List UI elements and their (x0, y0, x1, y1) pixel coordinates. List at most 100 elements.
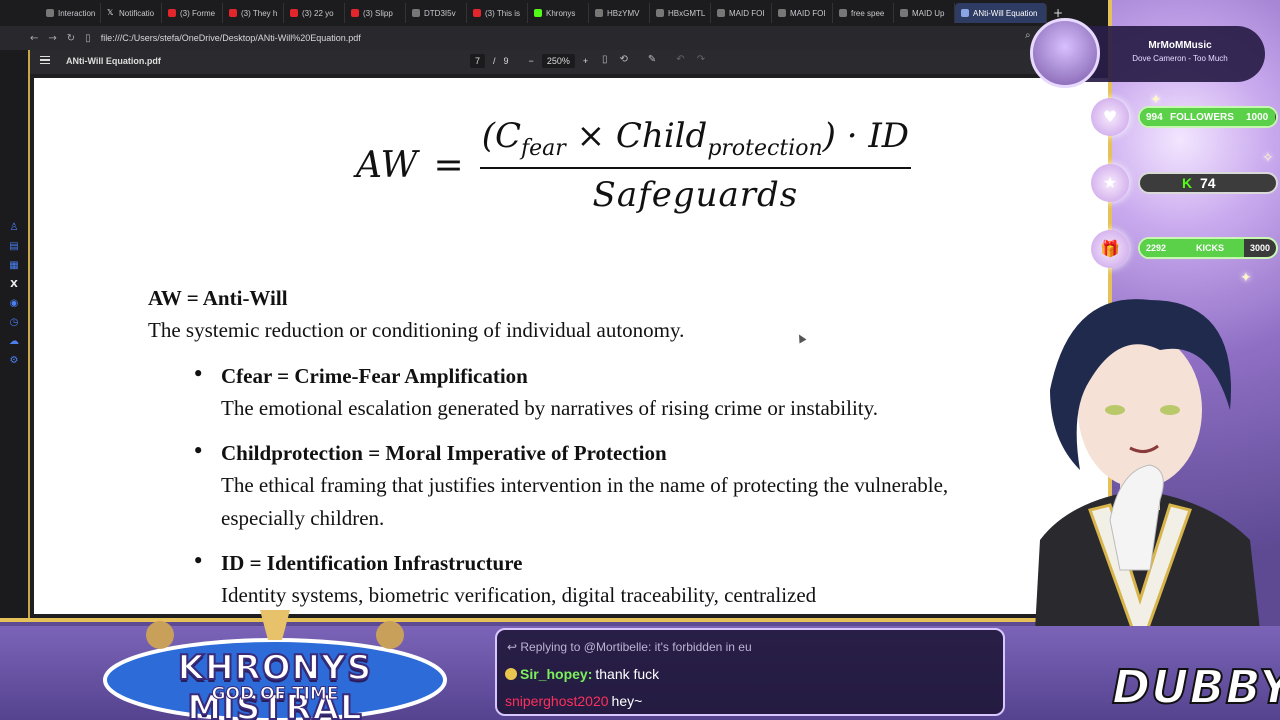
equation-equals: = (433, 144, 464, 186)
forward-icon[interactable]: → (48, 33, 56, 44)
youtube-icon (473, 9, 481, 17)
rotate-icon[interactable]: ⟲ (620, 54, 628, 65)
undo-icon[interactable]: ↶ (676, 54, 684, 65)
sidebar-circle-icon[interactable]: ◉ (8, 298, 20, 310)
browser-tab[interactable]: (3) Forme (162, 3, 223, 23)
hourglass-icon (260, 610, 290, 640)
cfear-definition-title: Cfear = Crime-Fear Amplification (221, 364, 528, 388)
tab-favicon-icon (900, 9, 908, 17)
followers-current: 994 (1146, 112, 1163, 123)
tab-favicon-icon (595, 9, 603, 17)
browser-tab[interactable]: MAID FOI (772, 3, 833, 23)
browser-tab[interactable]: HBxGMTL (650, 3, 711, 23)
bullet: • (192, 549, 205, 573)
tab-favicon-icon (839, 9, 847, 17)
aw-definition-title: AW = Anti-Will (148, 286, 288, 310)
tab-favicon-icon (717, 9, 725, 17)
chat-text: thank fuck (595, 666, 660, 682)
browser-tab[interactable]: DTD3I5v (406, 3, 467, 23)
sidebar-grid-icon[interactable]: ▦ (8, 260, 20, 272)
zoom-out-button[interactable]: − (529, 56, 534, 66)
pdf-page: AW = (Cfear × Childprotection) · ID Safe… (34, 78, 1108, 614)
sidebar-user-icon[interactable]: ♙ (8, 222, 20, 234)
followers-goal: 1000 (1246, 112, 1269, 123)
bullet: • (192, 362, 205, 386)
gift-icon: 🎁 (1091, 230, 1129, 268)
cfear-definition-text: The emotional escalation generated by na… (221, 396, 878, 420)
followers-label: FOLLOWERS (1170, 112, 1234, 123)
x-logo-icon[interactable]: X (8, 279, 20, 291)
brand-logo: DUBBY (1111, 659, 1280, 715)
chat-box: ↩ Replying to @Mortibelle: it's forbidde… (495, 628, 1005, 716)
sparkle-icon: ✧ (1262, 150, 1274, 166)
browser-tab[interactable]: (3) They h (223, 3, 284, 23)
child-definition-title: Childprotection = Moral Imperative of Pr… (221, 441, 667, 465)
settings-icon[interactable]: ⚙ (8, 355, 20, 367)
browser-tab[interactable]: Interaction (40, 3, 101, 23)
page-number-input[interactable]: 7 (470, 54, 486, 68)
equation-numerator: (Cfear × Childprotection) · ID (479, 116, 912, 169)
anti-will-equation: AW = (Cfear × Childprotection) · ID Safe… (356, 116, 912, 215)
avatar-eye (1160, 405, 1180, 415)
tab-bar: Interaction 𝕏 Notificatio (3) Forme (3) T… (0, 0, 1108, 26)
equation-lhs: AW (356, 144, 418, 186)
back-icon[interactable]: ← (30, 33, 38, 44)
kicks-goal-bar: 2292 KICKS 3000 (1138, 237, 1278, 259)
kicks-goal: 3000 (1250, 243, 1271, 253)
child-definition-text-continued: especially children. (221, 506, 385, 530)
browser-tab[interactable]: 𝕏 Notificatio (101, 3, 162, 23)
chat-username: sniperghost2020 (505, 693, 609, 709)
browser-tab[interactable]: free spee (833, 3, 894, 23)
browser-sidebar: ♙ ▤ ▦ X ◉ ◷ ☁ ⚙ (0, 50, 30, 618)
pdf-toolbar: ANti-Will Equation.pdf 7 / 9 − 250% + ▯ … (30, 50, 1108, 74)
sidebar-chat-icon[interactable]: ▤ (8, 241, 20, 253)
album-art (1030, 18, 1100, 88)
x-logo-icon: 𝕏 (107, 8, 114, 17)
reply-icon: ↩ (507, 640, 521, 654)
sidebar-clock-icon[interactable]: ◷ (8, 317, 20, 329)
zoom-icon[interactable]: ⌕ (1025, 30, 1031, 41)
browser-tab[interactable]: MAID FOI (711, 3, 772, 23)
browser-tab[interactable]: MAID Up (894, 3, 955, 23)
followers-goal-bar: 994 FOLLOWERS 1000 (1138, 106, 1278, 128)
kick-logo-icon: K (1182, 175, 1193, 191)
tab-favicon-icon (46, 9, 54, 17)
browser-tab-active[interactable]: ANti-Will Equation (955, 3, 1047, 23)
draw-icon[interactable]: ✎ (648, 54, 656, 65)
fit-page-icon[interactable]: ▯ (602, 54, 608, 65)
chat-reply-context: ↩ Replying to @Mortibelle: it's forbidde… (507, 640, 752, 654)
tab-favicon-icon (412, 9, 420, 17)
reload-icon[interactable]: ↻ (67, 33, 75, 44)
file-icon: ▯ (85, 32, 91, 44)
equation-denominator: Safeguards (592, 174, 799, 215)
star-icon: ★ (1091, 164, 1129, 202)
logo-subtitle: GOD OF TIME (211, 684, 339, 705)
tab-favicon-icon (656, 9, 664, 17)
url-field[interactable]: file:///C:/Users/stefa/OneDrive/Desktop/… (101, 33, 361, 43)
id-definition-title: ID = Identification Infrastructure (221, 551, 523, 575)
browser-tab[interactable]: (3) Slipp (345, 3, 406, 23)
chat-message: Sir_hopey: thank fuck (505, 666, 659, 682)
zoom-input[interactable]: 250% (541, 54, 575, 68)
document-title: ANti-Will Equation.pdf (66, 56, 161, 66)
browser-tab[interactable]: (3) This is (467, 3, 528, 23)
user-badge-icon (505, 668, 517, 680)
equation-fraction: (Cfear × Childprotection) · ID Safeguard… (479, 116, 912, 215)
menu-icon[interactable] (40, 56, 50, 64)
youtube-icon (229, 9, 237, 17)
address-bar: ← → ↻ ▯ file:///C:/Users/stefa/OneDrive/… (0, 26, 1108, 50)
youtube-icon (290, 9, 298, 17)
bullet: • (192, 439, 205, 463)
redo-icon[interactable]: ↷ (697, 54, 705, 65)
browser-window: Interaction 𝕏 Notificatio (3) Forme (3) T… (0, 0, 1112, 622)
browser-tab[interactable]: HBzYMV (589, 3, 650, 23)
browser-tab[interactable]: (3) 22 yo (284, 3, 345, 23)
chat-username: Sir_hopey: (520, 666, 593, 682)
aw-definition-text: The systemic reduction or conditioning o… (148, 318, 685, 342)
avatar-eye (1105, 405, 1125, 415)
page-controls: 7 / 9 − 250% + (470, 54, 588, 68)
browser-tab[interactable]: Khronys (528, 3, 589, 23)
sidebar-cloud-icon[interactable]: ☁ (8, 336, 20, 348)
zoom-in-button[interactable]: + (583, 56, 588, 66)
kicks-current: 2292 (1146, 243, 1167, 253)
